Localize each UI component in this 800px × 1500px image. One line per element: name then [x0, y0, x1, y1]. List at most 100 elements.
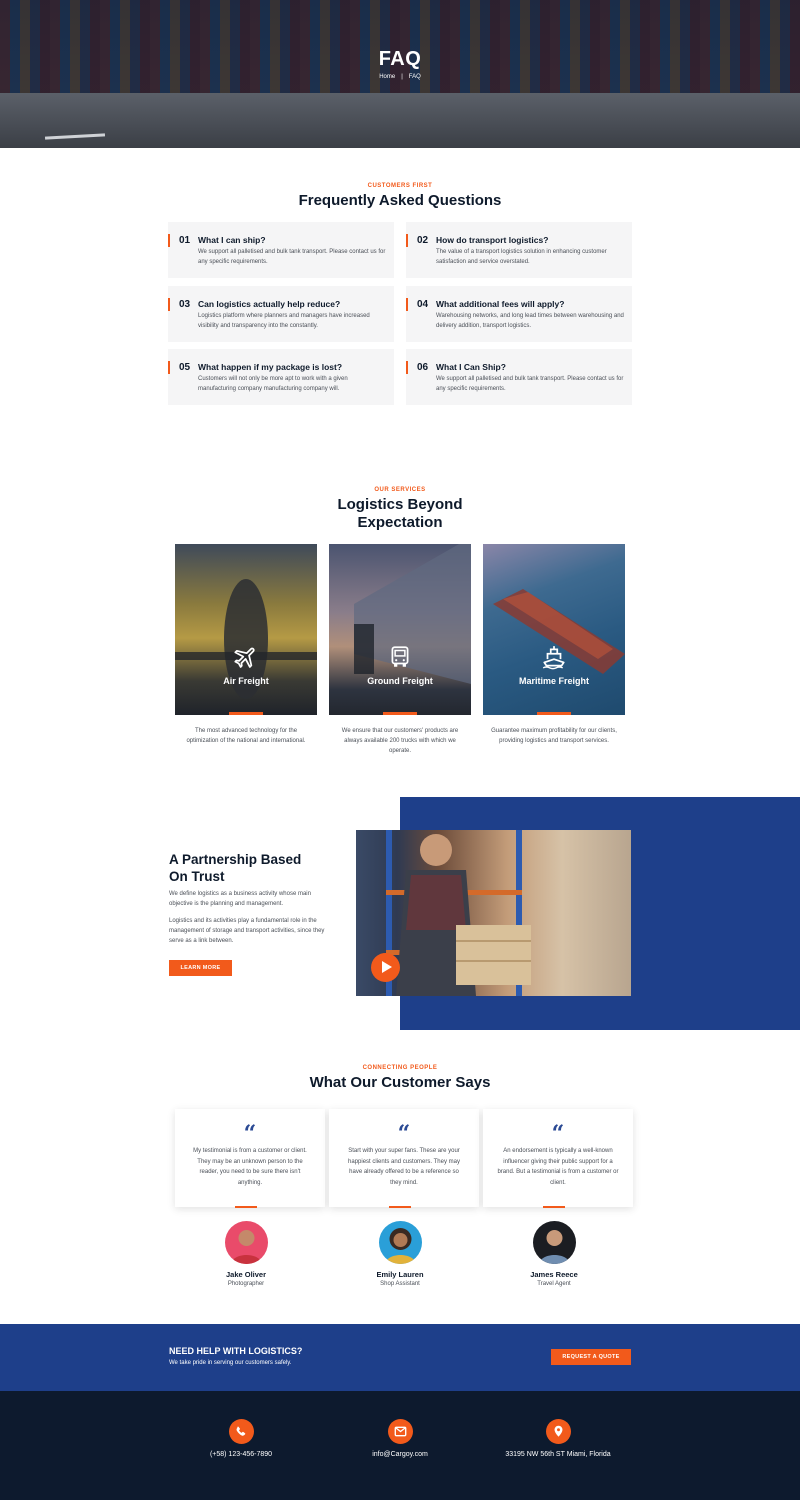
testimonial-text: Start with your super fans. These are yo…	[348, 1148, 460, 1186]
faq-item[interactable]: 01 What I can ship? We support all palle…	[168, 222, 394, 278]
testimonial-underline	[543, 1206, 565, 1208]
faq-item[interactable]: 06 What I Can Ship? We support all palle…	[406, 349, 632, 405]
services-title-line1: Logistics Beyond	[337, 496, 463, 513]
partnership-title-line2: On Trust	[169, 869, 225, 884]
partnership-paragraph: We define logistics as a business activi…	[169, 891, 311, 907]
hero-road-image	[0, 93, 800, 148]
avatar-person-icon	[231, 1230, 262, 1264]
truck-photo-shape	[354, 544, 471, 684]
faq-accent-bar	[168, 298, 170, 311]
faq-number: 02	[417, 235, 429, 246]
partnership-title: A Partnership Based On Trust	[169, 851, 339, 885]
services-eyebrow: OUR SERVICES	[374, 487, 426, 493]
faq-answer: We support all palletised and bulk tank …	[198, 249, 386, 265]
airplane-photo-shape	[175, 579, 317, 699]
faq-accent-bar	[406, 298, 408, 311]
cta-title: NEED HELP WITH LOGISTICS?	[169, 1346, 303, 1356]
testimonials-title: What Our Customer Says	[309, 1074, 491, 1091]
faq-number: 05	[179, 362, 191, 373]
testimonial-name: Emily Lauren	[376, 1270, 424, 1279]
service-underline	[383, 712, 417, 715]
service-image-airplane	[175, 544, 317, 715]
faq-number: 06	[417, 362, 429, 373]
testimonials-eyebrow: CONNECTING PEOPLE	[362, 1065, 438, 1071]
faq-item[interactable]: 05 What happen if my package is lost? Cu…	[168, 349, 394, 405]
hero-banner: FAQ Home | FAQ	[0, 0, 800, 148]
avatar-person-icon	[385, 1228, 416, 1264]
testimonial-card: “ Start with your super fans. These are …	[329, 1109, 479, 1208]
faq-answer: Warehousing networks, and long lead time…	[436, 313, 624, 329]
faq-question: Can logistics actually help reduce?	[198, 299, 341, 309]
faq-accent-bar	[406, 234, 408, 247]
airplane-icon	[234, 647, 255, 668]
faq-item[interactable]: 03 Can logistics actually help reduce? L…	[168, 286, 394, 342]
footer-address: 33195 NW 56th ST Miami, Florida	[505, 1451, 611, 1458]
partnership-title-line1: A Partnership Based	[169, 852, 302, 867]
service-card-ground[interactable]: Ground Freight	[329, 544, 471, 715]
testimonial-name: Jake Oliver	[225, 1270, 267, 1279]
service-image-ship	[483, 544, 625, 715]
footer: (+58) 123-456-7890 info@Cargoy.com 33195…	[0, 1391, 800, 1500]
testimonial-card: “ An endorsement is typically a well-kno…	[483, 1109, 633, 1208]
testimonial-text: My testimonial is from a customer or cli…	[193, 1148, 307, 1186]
quote-icon: “	[243, 1121, 257, 1147]
service-label: Air Freight	[223, 676, 269, 686]
avatar	[533, 1221, 576, 1264]
breadcrumb-separator: |	[401, 74, 403, 80]
faq-answer: We support all palletised and bulk tank …	[436, 376, 624, 392]
request-quote-button[interactable]: REQUEST A QUOTE	[551, 1349, 631, 1365]
testimonial-underline	[389, 1206, 411, 1208]
breadcrumb-current: FAQ	[408, 74, 421, 80]
play-button[interactable]	[371, 953, 400, 982]
testimonial-role: Shop Assistant	[380, 1281, 420, 1287]
service-description: We ensure that our customers' products a…	[341, 728, 459, 754]
location-pin-icon	[546, 1419, 571, 1444]
learn-more-button[interactable]: LEARN MORE	[169, 960, 232, 976]
phone-glyph	[236, 1426, 246, 1436]
mail-icon	[388, 1419, 413, 1444]
testimonial-role: Travel Agent	[537, 1281, 571, 1287]
mail-glyph	[394, 1426, 407, 1437]
pin-glyph	[554, 1425, 563, 1437]
faq-answer: The value of a transport logistics solut…	[436, 249, 607, 265]
service-label: Maritime Freight	[518, 676, 589, 686]
partnership-paragraph: Logistics and its activities play a fund…	[169, 918, 325, 944]
quote-icon: “	[551, 1121, 565, 1147]
testimonial-role: Photographer	[227, 1281, 265, 1287]
faq-number: 04	[417, 299, 429, 310]
page-title: FAQ	[378, 48, 422, 70]
service-card-maritime[interactable]: Maritime Freight	[483, 544, 625, 715]
service-image-truck	[329, 544, 471, 715]
cta-banner: NEED HELP WITH LOGISTICS? We take pride …	[0, 1324, 800, 1391]
testimonial-card: “ My testimonial is from a customer or c…	[175, 1109, 325, 1208]
faq-number: 03	[179, 299, 191, 310]
faq-question: What happen if my package is lost?	[198, 362, 343, 372]
avatar	[379, 1221, 422, 1264]
service-description: The most advanced technology for the opt…	[186, 728, 306, 744]
testimonial-underline	[235, 1206, 257, 1208]
faq-number: 01	[179, 235, 191, 246]
faq-question: What I Can Ship?	[436, 362, 506, 372]
faq-item[interactable]: 04 What additional fees will apply? Ware…	[406, 286, 632, 342]
phone-icon	[229, 1419, 254, 1444]
breadcrumb: Home | FAQ	[0, 74, 800, 80]
faq-eyebrow: CUSTOMERS FIRST	[367, 183, 433, 189]
service-underline	[537, 712, 571, 715]
faq-accent-bar	[168, 234, 170, 247]
service-underline	[229, 712, 263, 715]
testimonial-name: James Reece	[530, 1270, 578, 1279]
faq-item[interactable]: 02 How do transport logistics? The value…	[406, 222, 632, 278]
faq-title: Frequently Asked Questions	[298, 192, 502, 209]
breadcrumb-home-link[interactable]: Home	[379, 74, 395, 80]
faq-question: What I can ship?	[198, 235, 266, 245]
avatar	[225, 1221, 268, 1264]
cta-subtitle: We take pride in serving our customers s…	[169, 1360, 292, 1366]
faq-accent-bar	[168, 361, 170, 374]
services-title-line2: Expectation	[357, 514, 443, 531]
ship-icon	[542, 646, 565, 670]
faq-accent-bar	[406, 361, 408, 374]
ship-photo-shape	[493, 589, 625, 674]
service-description: Guarantee maximum profitability for our …	[491, 728, 617, 744]
truck-icon	[391, 646, 409, 667]
service-card-air[interactable]: Air Freight	[175, 544, 317, 715]
